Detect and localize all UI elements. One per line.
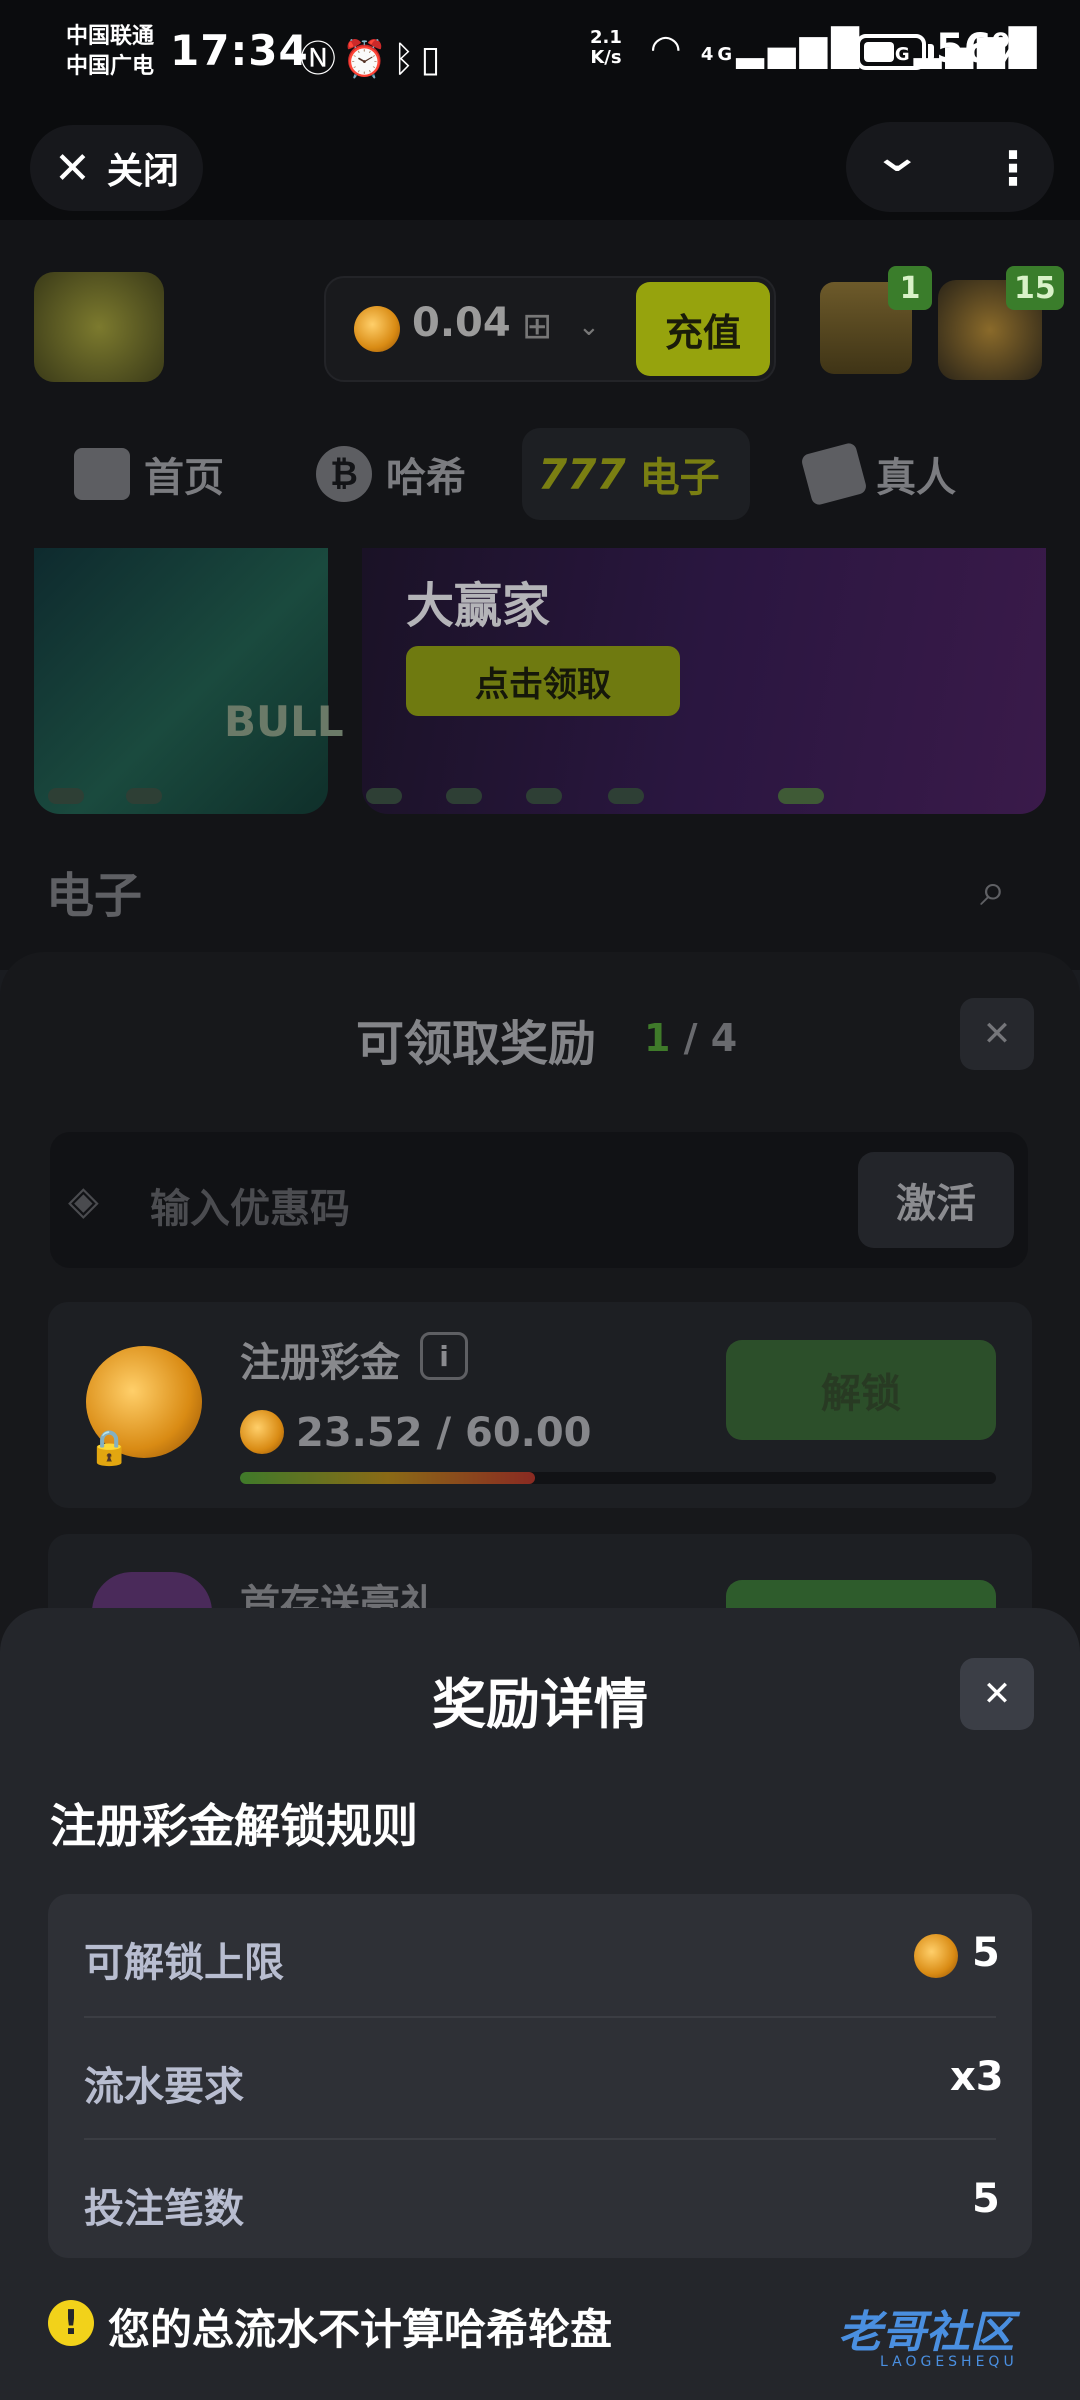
balance-chevron-icon[interactable]: ⌄ — [578, 312, 600, 342]
carrier-2: 中国广电 — [66, 54, 155, 79]
banner-claim-button[interactable]: 点击领取 — [406, 646, 680, 716]
tab-slots[interactable]: 777 电子 — [522, 428, 750, 520]
rewards-count-sep: / — [670, 1016, 711, 1060]
reward-progress-bar — [240, 1472, 996, 1484]
clock: 17:34 — [170, 26, 309, 75]
chevron-down-icon[interactable]: ⌄ — [870, 128, 924, 182]
battery-tip — [928, 44, 934, 60]
reward-progress-fill — [240, 1472, 535, 1484]
coin-icon — [914, 1934, 958, 1978]
tab-live-label: 真人 — [876, 455, 956, 501]
pager-dot — [126, 788, 162, 804]
signal-bars-icon: ▂▄▆█ — [736, 28, 863, 69]
signal-4g-label: 4G — [700, 44, 737, 65]
more-menu-icon[interactable]: ⋮ — [990, 128, 1036, 208]
pager-dot — [366, 788, 402, 804]
gift-icon: ⊞ — [522, 306, 553, 347]
rule-value-turnover: x3 — [950, 2054, 1004, 2100]
divider — [84, 2016, 996, 2018]
nfc-icon: Ⓝ — [300, 39, 343, 80]
tab-home-label: 首页 — [144, 455, 224, 501]
watermark-sub: LAOGESHEQU — [880, 2354, 1018, 2370]
rewards-count: 1 / 4 — [644, 1016, 737, 1060]
status-icons: Ⓝ⏰ᛒ▯ — [300, 30, 446, 82]
coin-icon — [240, 1410, 284, 1454]
notice-text: 您的总流水不计算哈希轮盘 — [108, 2305, 613, 2354]
close-icon: ✕ — [982, 1014, 1012, 1054]
reward-title: 注册彩金 — [240, 1340, 400, 1386]
tab-slots-label: 电子 — [639, 455, 720, 501]
banner-left[interactable] — [34, 548, 328, 814]
wifi-icon: ◠ — [650, 28, 686, 69]
rewards-count-total: 4 — [710, 1016, 738, 1060]
close-label: 关闭 — [106, 151, 179, 192]
unlock-button[interactable]: 解锁 — [726, 1340, 996, 1440]
cards-icon — [800, 441, 868, 507]
reward-progress-text: 23.52 / 60.00 — [296, 1410, 592, 1456]
net-speed-unit: K/s — [590, 47, 622, 68]
rule-label-turnover: 流水要求 — [84, 2064, 244, 2110]
rewards-title: 可领取奖励 — [356, 1016, 597, 1072]
slots-777-icon: 777 — [538, 449, 626, 499]
activate-button[interactable]: 激活 — [858, 1152, 1014, 1248]
alarm-icon: ⏰ — [342, 39, 393, 80]
watermark: 老哥社区 — [838, 2307, 1014, 2358]
carrier-1: 中国联通 — [66, 24, 155, 49]
home-icon — [74, 448, 130, 500]
tab-hash[interactable]: ₿ 哈希 — [300, 428, 482, 520]
divider — [84, 2138, 996, 2140]
vibrate-icon: ▯ — [420, 39, 447, 80]
detail-subtitle: 注册彩金解锁规则 — [50, 1799, 418, 1853]
search-icon[interactable]: ⌕ — [980, 862, 1006, 918]
close-icon: ✕ — [54, 142, 91, 194]
pager-dot-active — [778, 788, 824, 804]
detail-title: 奖励详情 — [432, 1673, 648, 1736]
section-title: 电子 — [46, 868, 143, 924]
pager-dot — [48, 788, 84, 804]
close-button[interactable]: ✕ 关闭 — [30, 125, 203, 211]
rule-label-limit: 可解锁上限 — [84, 1940, 284, 1986]
warning-icon: ! — [48, 2300, 94, 2346]
tab-home[interactable]: 首页 — [58, 428, 240, 520]
balance-value: 0.04 — [412, 300, 511, 346]
banner-title: 大赢家 — [406, 578, 551, 634]
rule-label-bets: 投注笔数 — [84, 2186, 244, 2232]
rewards-close-button[interactable]: ✕ — [960, 998, 1034, 1070]
close-icon: ✕ — [982, 1674, 1012, 1714]
tab-hash-label: 哈希 — [386, 455, 466, 501]
pager-dot — [526, 788, 562, 804]
recharge-button[interactable]: 充值 — [636, 282, 770, 376]
avatar-badge: 15 — [1006, 266, 1064, 310]
tag-icon: ◈ — [68, 1178, 99, 1224]
pager-dot — [446, 788, 482, 804]
coin-icon — [354, 306, 400, 352]
net-speed: 2.1 K/s — [590, 28, 622, 68]
chest-badge: 1 — [888, 266, 932, 310]
lock-icon: 🔒 — [88, 1428, 131, 1468]
rule-value-bets: 5 — [972, 2176, 1000, 2222]
info-icon[interactable]: i — [420, 1332, 468, 1380]
detail-close-button[interactable]: ✕ — [960, 1658, 1034, 1730]
mascot-logo[interactable] — [34, 272, 164, 382]
rewards-count-current: 1 — [644, 1016, 671, 1060]
status-bar: 中国联通 中国广电 17:34 Ⓝ⏰ᛒ▯ 2.1 K/s ◠ 4G▂▄▆█ 5G… — [0, 0, 1080, 110]
app-root: 中国联通 中国广电 17:34 Ⓝ⏰ᛒ▯ 2.1 K/s ◠ 4G▂▄▆█ 5G… — [0, 0, 1080, 2400]
tab-live[interactable]: 真人 — [790, 428, 972, 520]
bluetooth-icon: ᛒ — [392, 39, 421, 80]
rule-value-limit: 5 — [972, 1930, 1000, 1976]
net-speed-value: 2.1 — [590, 27, 622, 48]
carrier-info: 中国联通 中国广电 — [66, 22, 154, 82]
promo-code-input[interactable]: 输入优惠码 — [150, 1176, 350, 1234]
battery-icon — [856, 34, 926, 70]
pager-dot — [608, 788, 644, 804]
battery-percent: 56% — [936, 26, 1032, 72]
bitcoin-icon: ₿ — [316, 446, 372, 502]
